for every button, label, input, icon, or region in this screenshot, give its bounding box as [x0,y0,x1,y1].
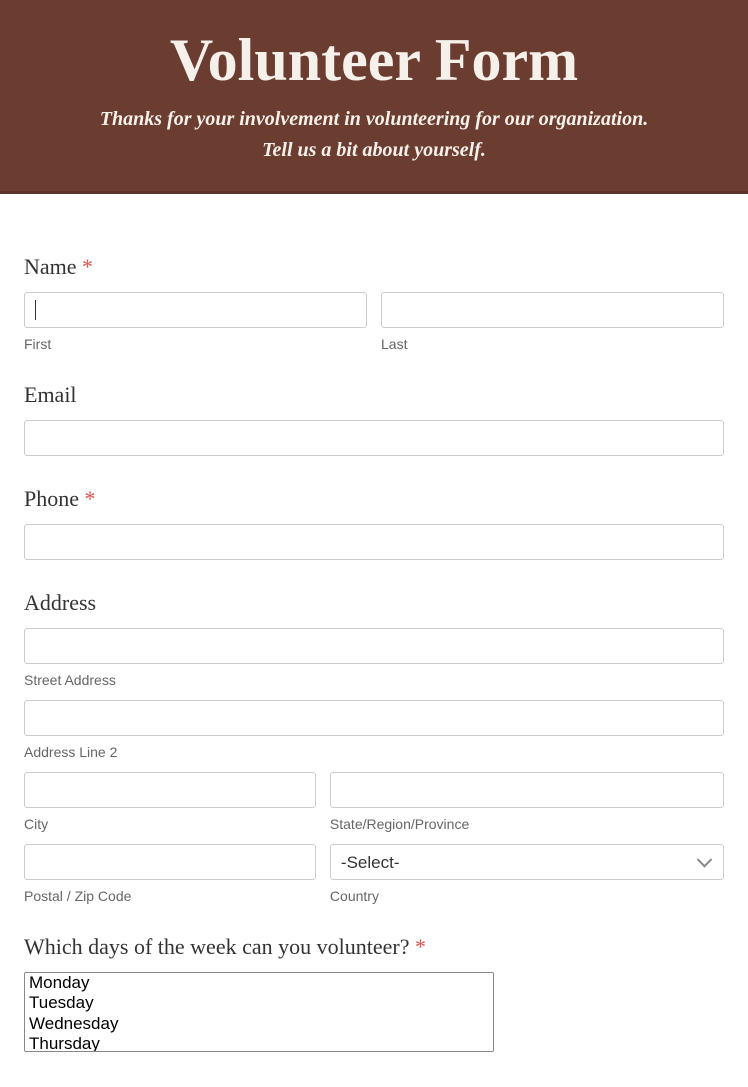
form-body: Name * First Last Email Phone * Address [0,194,748,1087]
required-star: * [415,934,426,959]
state-input[interactable] [330,772,724,808]
first-name-input[interactable] [24,292,367,328]
last-name-input[interactable] [381,292,724,328]
day-option[interactable]: Tuesday [25,993,493,1013]
day-option[interactable]: Monday [25,973,493,993]
required-star: * [85,486,96,511]
email-label: Email [24,382,724,408]
email-input[interactable] [24,420,724,456]
days-select[interactable]: Monday Tuesday Wednesday Thursday [24,972,494,1052]
days-field-group: Which days of the week can you volunteer… [24,934,724,1053]
form-header: Volunteer Form Thanks for your involveme… [0,0,748,194]
address-field-group: Address Street Address Address Line 2 Ci… [24,590,724,904]
address-label: Address [24,590,724,616]
day-option[interactable]: Wednesday [25,1014,493,1034]
address-line2-input[interactable] [24,700,724,736]
state-sublabel: State/Region/Province [330,816,724,832]
country-sublabel: Country [330,888,724,904]
last-name-sublabel: Last [381,336,724,352]
name-field-group: Name * First Last [24,254,724,352]
street-address-input[interactable] [24,628,724,664]
days-label: Which days of the week can you volunteer… [24,934,724,960]
form-title: Volunteer Form [20,30,728,90]
phone-label: Phone * [24,486,724,512]
city-input[interactable] [24,772,316,808]
postal-sublabel: Postal / Zip Code [24,888,316,904]
street-address-sublabel: Street Address [24,672,724,688]
country-select[interactable]: -Select- [330,844,724,880]
email-field-group: Email [24,382,724,456]
day-option[interactable]: Thursday [25,1034,493,1052]
phone-input[interactable] [24,524,724,560]
form-subtitle: Thanks for your involvement in volunteer… [20,104,728,166]
address-line2-sublabel: Address Line 2 [24,744,724,760]
postal-input[interactable] [24,844,316,880]
required-star: * [82,254,93,279]
city-sublabel: City [24,816,316,832]
phone-field-group: Phone * [24,486,724,560]
first-name-sublabel: First [24,336,367,352]
name-label: Name * [24,254,724,280]
